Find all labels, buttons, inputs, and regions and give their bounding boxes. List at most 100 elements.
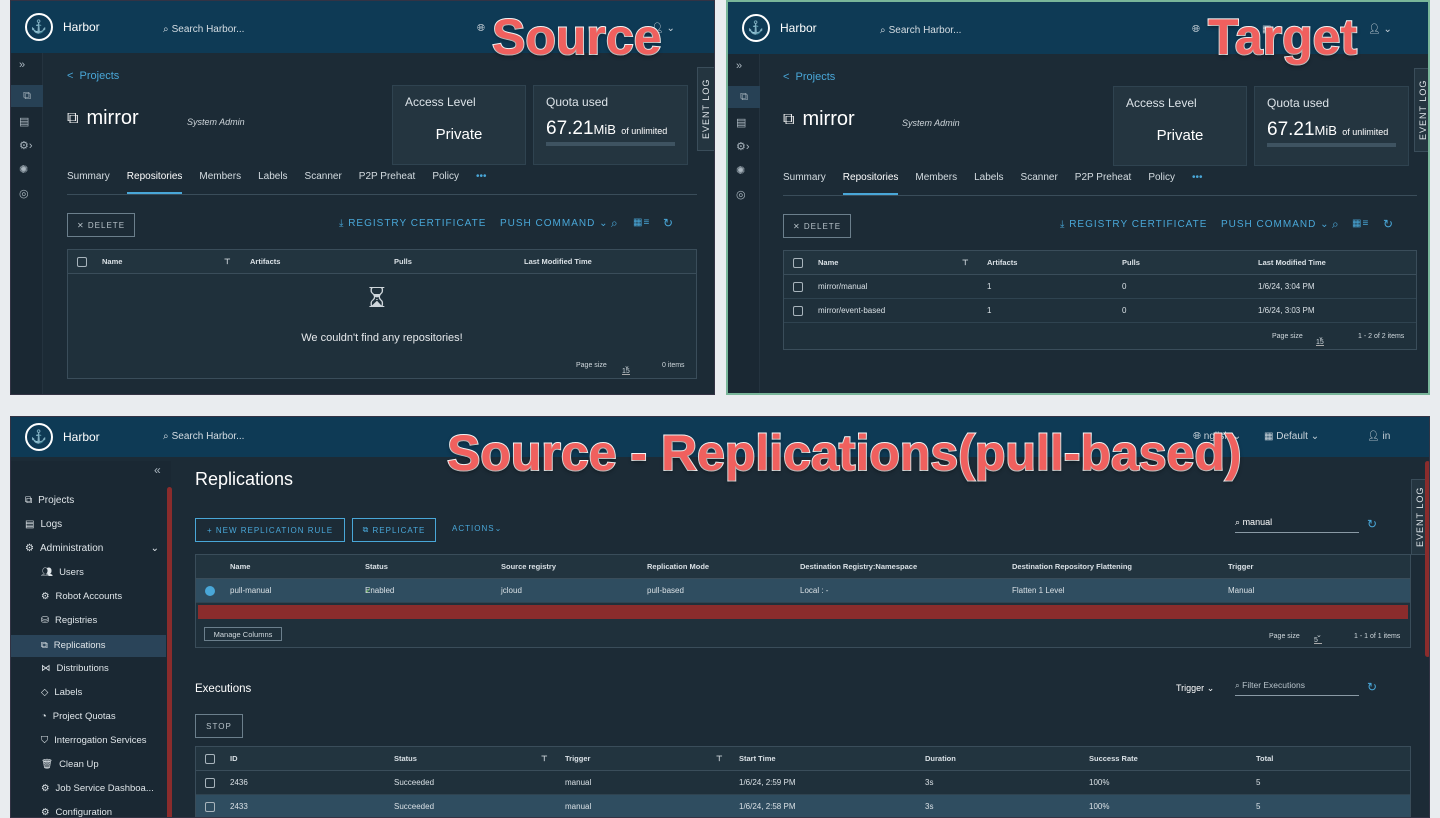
harbor-logo-icon[interactable]: ⚓ [25, 13, 53, 41]
select-all-checkbox[interactable] [205, 754, 215, 764]
global-search[interactable]: ⌕ Search Harbor... [163, 24, 244, 35]
select-all-checkbox[interactable] [77, 257, 87, 267]
col-start-time[interactable]: Start Time [739, 747, 776, 771]
col-last-modified[interactable]: Last Modified Time [1258, 251, 1326, 275]
col-destination[interactable]: Destination Registry:Namespace [800, 555, 917, 579]
refresh-icon[interactable]: ↻ [1367, 680, 1378, 694]
event-log-tab[interactable]: EVENT LOG [1414, 68, 1428, 152]
delete-button[interactable]: ✕ DELETE [783, 214, 851, 238]
logs-nav-icon[interactable]: ▤ [736, 116, 746, 129]
user-dropdown[interactable]: 👤︎ in [1367, 431, 1390, 442]
refresh-icon[interactable]: ↻ [663, 216, 674, 230]
sidebar-item-labels[interactable]: ◇ Labels [41, 687, 82, 698]
distribution-nav-icon[interactable]: ✺ [736, 164, 745, 177]
tab-summary[interactable]: Summary [783, 172, 826, 195]
sidebar-scrollbar[interactable] [167, 487, 172, 817]
tab-policy[interactable]: Policy [432, 171, 459, 194]
distribution-nav-icon[interactable]: ✺ [19, 163, 28, 176]
tab-labels[interactable]: Labels [974, 172, 1003, 195]
admin-nav-icon[interactable]: ⚙︎› [736, 140, 750, 153]
sidebar-item-distributions[interactable]: ⋈ Distributions [41, 663, 109, 674]
sidebar-item-logs[interactable]: ▤ Logs [25, 519, 62, 530]
execution-id-link[interactable]: 2433 [230, 795, 248, 817]
sidebar-item-interrogation[interactable]: ⛉ Interrogation Services [41, 735, 147, 746]
select-all-checkbox[interactable] [793, 258, 803, 268]
tab-scanner[interactable]: Scanner [1021, 172, 1058, 195]
tab-p2p-preheat[interactable]: P2P Preheat [1075, 172, 1132, 195]
sidebar-item-administration[interactable]: ⚙︎ Administration ⌄ [25, 543, 159, 554]
tab-repositories[interactable]: Repositories [842, 172, 899, 195]
view-toggle-icon[interactable]: ▦≡ [633, 217, 650, 228]
repo-link[interactable]: mirror/manual [818, 275, 867, 299]
trigger-filter-dropdown[interactable]: Trigger ⌄ [1176, 683, 1214, 694]
harbor-logo-icon[interactable]: ⚓ [25, 423, 53, 451]
col-pulls[interactable]: Pulls [394, 250, 412, 274]
col-source-registry[interactable]: Source registry [501, 555, 556, 579]
row-checkbox[interactable] [793, 306, 803, 316]
delete-button[interactable]: ✕ DELETE [67, 213, 135, 237]
col-replication-mode[interactable]: Replication Mode [647, 555, 709, 579]
tab-members[interactable]: Members [915, 172, 957, 195]
global-search[interactable]: ⌕ Search Harbor... [880, 25, 961, 36]
sidebar-item-users[interactable]: 👥︎ Users [41, 567, 84, 578]
view-toggle-icon[interactable]: ▦≡ [1352, 218, 1369, 229]
col-artifacts[interactable]: Artifacts [987, 251, 1017, 275]
tab-repositories[interactable]: Repositories [126, 171, 183, 194]
push-command-dropdown[interactable]: PUSH COMMAND ⌄ [1221, 219, 1330, 230]
search-icon[interactable]: ⌕ [611, 216, 619, 231]
breadcrumb-projects[interactable]: < Projects [67, 70, 119, 82]
refresh-icon[interactable]: ↻ [1367, 517, 1378, 531]
sidebar-item-job-service[interactable]: ⚙︎ Job Service Dashboa... [41, 783, 154, 794]
interrogation-nav-icon[interactable]: ◎ [19, 187, 29, 200]
table-row[interactable]: pull-manual ✓ Enabled jcloud pull-based … [196, 579, 1410, 603]
event-log-tab[interactable]: EVENT LOG [697, 67, 714, 151]
user-icon[interactable]: 👤︎ ⌄ [1368, 24, 1392, 35]
filter-icon[interactable]: ⊤ [224, 250, 231, 274]
theme-dropdown[interactable]: ▦ Default ⌄ [1264, 431, 1319, 442]
expand-icon[interactable]: » [19, 59, 25, 71]
interrogation-nav-icon[interactable]: ◎ [736, 188, 746, 201]
col-artifacts[interactable]: Artifacts [250, 250, 280, 274]
collapse-icon[interactable]: « [154, 463, 161, 477]
tab-labels[interactable]: Labels [258, 171, 287, 194]
tab-summary[interactable]: Summary [67, 171, 110, 194]
refresh-icon[interactable]: ↻ [1383, 217, 1394, 231]
col-trigger[interactable]: Trigger [565, 747, 590, 771]
page-size-select[interactable]: 5 ⌄ [1314, 629, 1322, 644]
stop-button[interactable]: STOP [195, 714, 243, 738]
tab-members[interactable]: Members [199, 171, 241, 194]
col-name[interactable]: Name [102, 250, 122, 274]
filter-icon[interactable]: ⊤ [541, 747, 548, 771]
logs-nav-icon[interactable]: ▤ [19, 115, 29, 128]
col-name[interactable]: Name [230, 555, 250, 579]
sidebar-item-project-quotas[interactable]: ◔ Project Quotas [41, 711, 116, 722]
globe-icon[interactable]: 🌐︎ [1192, 24, 1200, 35]
col-pulls[interactable]: Pulls [1122, 251, 1140, 275]
breadcrumb-projects[interactable]: < Projects [783, 71, 835, 83]
row-radio[interactable] [205, 586, 215, 596]
col-id[interactable]: ID [230, 747, 238, 771]
filter-icon[interactable]: ⊤ [962, 251, 969, 275]
tab-policy[interactable]: Policy [1148, 172, 1175, 195]
expand-icon[interactable]: » [736, 60, 742, 72]
sidebar-item-configuration[interactable]: ⚙︎ Configuration [41, 807, 112, 817]
filter-icon[interactable]: ⊤ [716, 747, 723, 771]
sidebar-item-clean-up[interactable]: 🗑︎ Clean Up [41, 759, 99, 770]
tab-scanner[interactable]: Scanner [305, 171, 342, 194]
col-total[interactable]: Total [1256, 747, 1273, 771]
page-size-select[interactable]: 15 ⌄ [622, 360, 630, 375]
col-status[interactable]: Status [394, 747, 417, 771]
push-command-dropdown[interactable]: PUSH COMMAND ⌄ [500, 218, 609, 229]
sidebar-item-registries[interactable]: ⛁ Registries [41, 615, 97, 626]
registry-certificate-link[interactable]: ⤓ REGISTRY CERTIFICATE [1060, 219, 1207, 230]
col-status[interactable]: Status [365, 555, 388, 579]
tab-p2p-preheat[interactable]: P2P Preheat [359, 171, 416, 194]
rule-search-input[interactable]: ⌕ manual [1235, 517, 1359, 533]
row-checkbox[interactable] [205, 802, 215, 812]
harbor-logo-icon[interactable]: ⚓ [742, 14, 770, 42]
col-name[interactable]: Name [818, 251, 838, 275]
actions-dropdown[interactable]: ACTIONS⌄ [452, 524, 502, 533]
col-trigger[interactable]: Trigger [1228, 555, 1253, 579]
projects-nav-icon[interactable]: ⧉ [728, 86, 760, 108]
execution-id-link[interactable]: 2436 [230, 771, 248, 795]
